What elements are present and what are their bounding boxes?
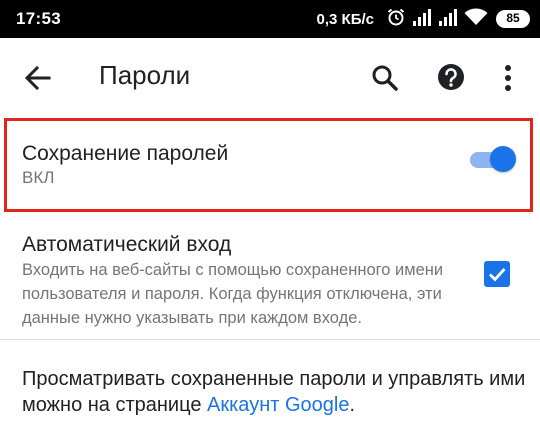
manage-passwords-text: Просматривать сохраненные пароли и управ…	[22, 366, 527, 418]
save-passwords-toggle[interactable]	[468, 146, 516, 174]
auto-signin-description: Входить на веб-сайты с помощью сохраненн…	[22, 261, 444, 327]
signal-icon	[438, 8, 458, 31]
auto-signin-checkbox[interactable]	[484, 261, 510, 287]
auto-signin-title: Автоматический вход	[22, 233, 232, 256]
arrow-back-icon	[24, 65, 51, 91]
search-button[interactable]	[369, 62, 401, 94]
page-title: Пароли	[99, 60, 191, 90]
network-speed: 0,3 КБ/с	[316, 10, 374, 28]
app-toolbar: Пароли	[0, 38, 540, 118]
status-bar: 17:53 0,3 КБ/с 85	[0, 0, 540, 38]
manage-text-after: .	[349, 394, 356, 416]
battery-icon: 85	[496, 10, 530, 28]
status-icons: 0,3 КБ/с 85	[317, 7, 530, 31]
wifi-icon	[464, 8, 488, 31]
divider	[0, 339, 540, 340]
battery-level: 85	[506, 11, 520, 25]
help-icon	[438, 64, 464, 90]
toggle-thumb	[490, 146, 516, 172]
back-button[interactable]	[22, 62, 54, 94]
save-passwords-title: Сохранение паролей	[22, 142, 229, 165]
alarm-icon	[386, 7, 406, 32]
search-icon	[372, 65, 398, 91]
help-button[interactable]	[436, 62, 466, 92]
signal-icon	[412, 8, 432, 31]
more-vert-icon	[505, 65, 511, 91]
google-account-link[interactable]: Аккаунт Google	[207, 394, 349, 416]
check-icon	[489, 268, 506, 282]
status-time: 17:53	[16, 9, 61, 28]
more-options-button[interactable]	[498, 62, 518, 94]
save-passwords-state: ВКЛ	[22, 168, 55, 187]
